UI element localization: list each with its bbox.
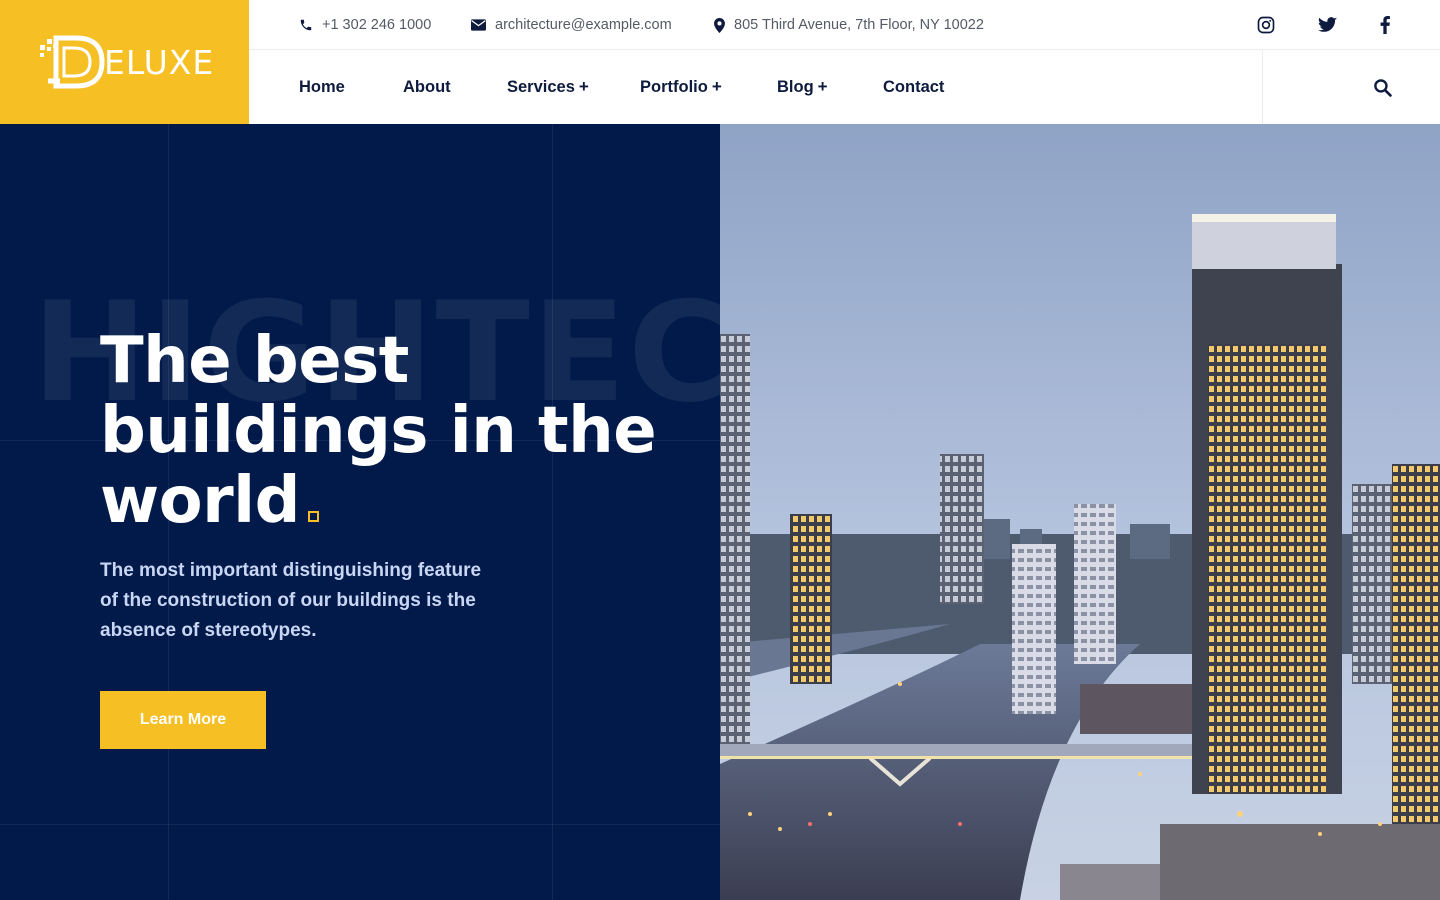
grid-line: [0, 824, 720, 825]
hero-text-panel: HIGHTECH The best buildings in the world…: [0, 124, 720, 900]
logo-text: ELUXE: [104, 42, 215, 82]
submenu-plus-icon: +: [711, 77, 722, 96]
nav-label: Contact: [883, 77, 945, 96]
instagram-icon[interactable]: [1254, 0, 1278, 50]
nav-item-about[interactable]: About: [403, 50, 451, 124]
envelope-icon: [471, 19, 486, 31]
hero-image: [720, 124, 1440, 900]
site-header: ELUXE +1 302 246 1000 architecture@examp…: [0, 0, 1440, 124]
nav-label: Services: [507, 77, 575, 96]
phone-icon: [300, 19, 312, 31]
d-logo-mark-icon: [40, 35, 105, 89]
submenu-plus-icon: +: [817, 77, 828, 96]
top-info-bar: +1 302 246 1000 architecture@example.com…: [249, 0, 1440, 50]
nav-item-services[interactable]: Services +: [507, 50, 589, 124]
learn-more-button[interactable]: Learn More: [100, 691, 266, 749]
hero-title: The best buildings in the world: [100, 326, 660, 536]
nav-label: Portfolio: [640, 77, 708, 96]
nav-label: Home: [299, 77, 345, 96]
title-square-accent: [307, 511, 319, 522]
nav-label: About: [403, 77, 451, 96]
facebook-icon[interactable]: [1373, 0, 1397, 50]
hero-subtitle: The most important distinguishing featur…: [100, 560, 482, 641]
hero-title-text: The best buildings in the world: [100, 324, 657, 538]
submenu-plus-icon: +: [578, 77, 589, 96]
address-text: 805 Third Avenue, 7th Floor, NY 10022: [734, 17, 984, 33]
logo[interactable]: ELUXE: [0, 0, 249, 124]
address-contact: 805 Third Avenue, 7th Floor, NY 10022: [714, 0, 984, 50]
main-nav: Home About Services + Portfolio + Blog + Co…: [249, 50, 1440, 124]
city-skyline-image: [720, 124, 1440, 900]
nav-item-portfolio[interactable]: Portfolio +: [640, 50, 722, 124]
email-address: architecture@example.com: [495, 17, 672, 33]
twitter-icon[interactable]: [1315, 0, 1339, 50]
nav-item-contact[interactable]: Contact: [883, 50, 944, 124]
nav-divider: [1262, 50, 1263, 124]
phone-contact[interactable]: +1 302 246 1000: [299, 0, 431, 50]
nav-label: Blog: [777, 77, 814, 96]
phone-number: +1 302 246 1000: [322, 17, 432, 33]
search-icon[interactable]: [1367, 50, 1397, 124]
nav-item-home[interactable]: Home: [299, 50, 345, 124]
map-pin-icon: [714, 17, 725, 33]
email-contact[interactable]: architecture@example.com: [471, 0, 672, 50]
nav-item-blog[interactable]: Blog +: [777, 50, 828, 124]
